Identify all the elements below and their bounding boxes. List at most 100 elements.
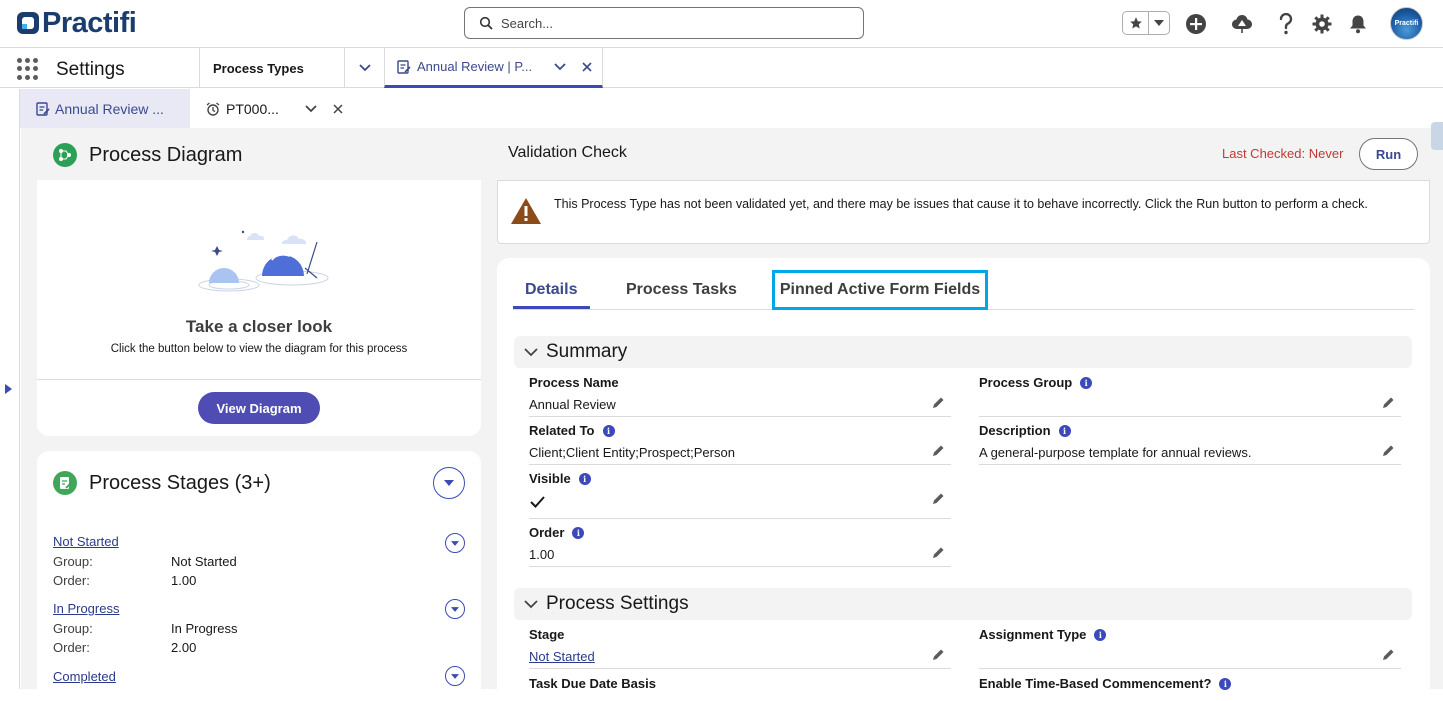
visible-label: Visible i bbox=[529, 471, 591, 486]
add-icon[interactable] bbox=[1184, 12, 1208, 36]
practifi-logo[interactable]: Practifi bbox=[16, 7, 137, 39]
chevron-down-icon[interactable] bbox=[554, 62, 566, 71]
favorites-chevron-down-icon[interactable] bbox=[1149, 12, 1169, 34]
order-label: Order i bbox=[529, 525, 585, 540]
info-icon[interactable]: i bbox=[1080, 376, 1093, 389]
stage-row-chevron-down-icon[interactable] bbox=[445, 599, 465, 619]
validation-check-title: Validation Check bbox=[508, 144, 627, 161]
description-label: Description i bbox=[979, 423, 1071, 438]
diagram-headline: Take a closer look bbox=[185, 317, 333, 336]
utility-strip bbox=[0, 89, 20, 689]
chevron-down-icon bbox=[524, 347, 538, 356]
app-nav-bar: Settings Process Types Annual Review | P… bbox=[0, 48, 1443, 88]
stage-row-chevron-down-icon[interactable] bbox=[445, 666, 465, 686]
nav-tab-annual-review[interactable]: Annual Review | P... bbox=[384, 48, 603, 88]
edit-pencil-icon[interactable] bbox=[1382, 396, 1395, 409]
edit-pencil-icon[interactable] bbox=[932, 444, 945, 457]
stage-label: Stage bbox=[529, 627, 565, 642]
nav-tab-process-types[interactable]: Process Types bbox=[199, 48, 344, 88]
info-icon[interactable]: i bbox=[602, 424, 615, 437]
field-divider bbox=[979, 668, 1401, 669]
field-divider bbox=[529, 566, 951, 567]
checkmark-icon bbox=[530, 496, 545, 508]
last-checked-text: Last Checked: Never bbox=[1222, 146, 1344, 161]
summary-section-header[interactable]: Summary bbox=[514, 336, 1412, 368]
stage-value-link[interactable]: Not Started bbox=[529, 649, 595, 664]
field-divider bbox=[979, 416, 1401, 417]
record-icon bbox=[36, 101, 50, 116]
field-divider bbox=[979, 464, 1401, 465]
info-icon[interactable]: i bbox=[1094, 628, 1107, 641]
stage-order-value: 1.00 bbox=[171, 573, 197, 588]
view-diagram-button[interactable]: View Diagram bbox=[198, 392, 320, 424]
expand-arrow-icon[interactable] bbox=[5, 384, 12, 394]
user-avatar[interactable]: Practifi bbox=[1390, 7, 1423, 40]
process-diagram-icon bbox=[53, 143, 77, 167]
close-icon[interactable] bbox=[333, 103, 343, 114]
edit-pencil-icon[interactable] bbox=[1382, 648, 1395, 661]
bell-icon[interactable] bbox=[1346, 12, 1370, 36]
stage-row-chevron-down-icon[interactable] bbox=[445, 533, 465, 553]
stages-menu-chevron-down-icon[interactable] bbox=[433, 467, 465, 499]
info-icon[interactable]: i bbox=[1058, 424, 1071, 437]
info-icon[interactable]: i bbox=[1219, 677, 1232, 690]
tab-pinned-active-form-fields[interactable]: Pinned Active Form Fields bbox=[772, 270, 988, 310]
star-icon[interactable] bbox=[1123, 12, 1149, 34]
validation-warning-box: This Process Type has not been validated… bbox=[497, 180, 1430, 244]
subtab-annual-review[interactable]: Annual Review ... bbox=[20, 89, 190, 128]
info-icon[interactable]: i bbox=[578, 472, 591, 485]
section-title: Summary bbox=[546, 341, 628, 362]
nav-tab-menu-chevron-down-icon[interactable] bbox=[344, 48, 384, 88]
diagram-card: Take a closer look Click the button belo… bbox=[37, 180, 481, 436]
warning-icon bbox=[511, 198, 541, 224]
edit-pencil-icon[interactable] bbox=[932, 396, 945, 409]
field-divider bbox=[529, 416, 951, 417]
subtab-label: Annual Review ... bbox=[55, 100, 164, 117]
stage-order-label: Order: bbox=[53, 573, 90, 588]
edit-pencil-icon[interactable] bbox=[932, 546, 945, 559]
logo-text: Practifi bbox=[42, 7, 137, 39]
stage-link[interactable]: Not Started bbox=[53, 534, 119, 549]
stage-group-label: Group: bbox=[53, 554, 93, 569]
process-group-label: Process Group i bbox=[979, 375, 1093, 390]
edit-pencil-icon[interactable] bbox=[932, 648, 945, 661]
global-header: Practifi Search... Practifi bbox=[0, 0, 1443, 48]
subtab-pt[interactable]: PT000... bbox=[206, 89, 343, 128]
alarm-clock-icon bbox=[206, 101, 220, 116]
process-name-label: Process Name bbox=[529, 375, 619, 390]
active-tab-indicator bbox=[513, 306, 590, 309]
field-divider bbox=[529, 668, 951, 669]
process-settings-section-header[interactable]: Process Settings bbox=[514, 588, 1412, 620]
trailhead-icon[interactable] bbox=[1230, 12, 1254, 36]
stage-group-label: Group: bbox=[53, 621, 93, 636]
order-value: 1.00 bbox=[529, 547, 555, 562]
tab-details[interactable]: Details bbox=[525, 281, 577, 299]
edit-pencil-icon[interactable] bbox=[1382, 444, 1395, 457]
global-search-input[interactable]: Search... bbox=[464, 7, 864, 39]
divider bbox=[37, 379, 481, 380]
process-diagram-title: Process Diagram bbox=[89, 144, 243, 166]
avatar-text: Practifi bbox=[1394, 20, 1419, 27]
close-icon[interactable] bbox=[582, 61, 592, 72]
stage-link[interactable]: In Progress bbox=[53, 601, 119, 616]
stage-link[interactable]: Completed bbox=[53, 669, 116, 684]
diagram-subtext: Click the button below to view the diagr… bbox=[110, 343, 408, 355]
help-icon[interactable] bbox=[1274, 12, 1298, 36]
chevron-down-icon[interactable] bbox=[305, 104, 317, 113]
field-divider bbox=[529, 518, 951, 519]
gear-icon[interactable] bbox=[1310, 12, 1334, 36]
tab-process-tasks[interactable]: Process Tasks bbox=[626, 281, 737, 299]
info-icon[interactable]: i bbox=[572, 526, 585, 539]
related-to-value: Client;Client Entity;Prospect;Person bbox=[529, 445, 735, 460]
subtab-label: PT000... bbox=[226, 100, 279, 117]
favorites-button[interactable] bbox=[1122, 11, 1170, 35]
process-stages-title: Process Stages (3+) bbox=[89, 472, 271, 494]
description-value: A general-purpose template for annual re… bbox=[979, 445, 1252, 460]
chevron-down-icon bbox=[524, 599, 538, 608]
app-launcher-icon[interactable] bbox=[17, 58, 39, 80]
side-panel-toggle[interactable] bbox=[1431, 122, 1443, 150]
run-button[interactable]: Run bbox=[1359, 138, 1418, 170]
assignment-type-label: Assignment Type i bbox=[979, 627, 1107, 642]
edit-pencil-icon[interactable] bbox=[932, 492, 945, 505]
stage-group-value: Not Started bbox=[171, 554, 237, 569]
